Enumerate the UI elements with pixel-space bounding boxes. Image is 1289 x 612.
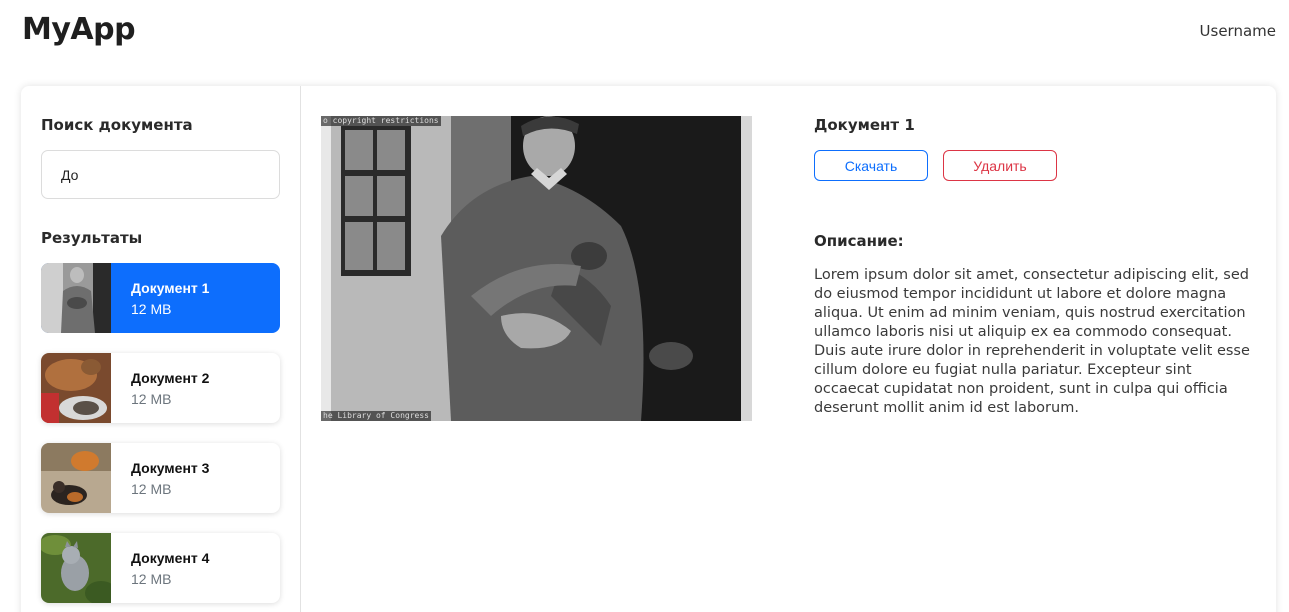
result-title: Документ 3: [131, 460, 210, 476]
result-item-1[interactable]: Документ 1 12 MB: [41, 263, 280, 333]
result-item-4[interactable]: Документ 4 12 MB: [41, 533, 280, 603]
description-label: Описание:: [814, 232, 904, 250]
document-details: Документ 1 Скачать Удалить Описание: Lor…: [814, 116, 1259, 416]
thumbnail-image: [41, 533, 111, 603]
sidebar: Поиск документа Результаты Документ 1 12…: [21, 86, 301, 612]
result-size: 12 MB: [131, 391, 172, 407]
delete-button[interactable]: Удалить: [943, 150, 1057, 181]
document-title: Документ 1: [814, 116, 915, 134]
results-label: Результаты: [41, 229, 143, 247]
app-title: MyApp: [22, 12, 136, 47]
description-text: Lorem ipsum dolor sit amet, consectetur …: [814, 267, 1250, 416]
thumbnail-image: [41, 443, 111, 513]
search-label: Поиск документа: [41, 116, 193, 134]
search-input[interactable]: [41, 150, 280, 199]
result-title: Документ 4: [131, 550, 210, 566]
result-title: Документ 2: [131, 370, 210, 386]
result-size: 12 MB: [131, 571, 172, 587]
document-preview-image: o copyright restrictions he Library of C…: [321, 116, 752, 421]
result-size: 12 MB: [131, 481, 172, 497]
thumbnail-image: [41, 263, 111, 333]
result-size: 12 MB: [131, 301, 172, 317]
download-button[interactable]: Скачать: [814, 150, 928, 181]
watermark-top: o copyright restrictions: [321, 116, 441, 126]
watermark-bottom: he Library of Congress: [321, 411, 431, 421]
thumbnail-image: [41, 353, 111, 423]
result-item-3[interactable]: Документ 3 12 MB: [41, 443, 280, 513]
result-title: Документ 1: [131, 280, 210, 296]
main-card: Поиск документа Результаты Документ 1 12…: [21, 86, 1276, 612]
app-header: MyApp Username: [0, 0, 1289, 70]
username-link[interactable]: Username: [1200, 22, 1276, 40]
result-item-2[interactable]: Документ 2 12 MB: [41, 353, 280, 423]
